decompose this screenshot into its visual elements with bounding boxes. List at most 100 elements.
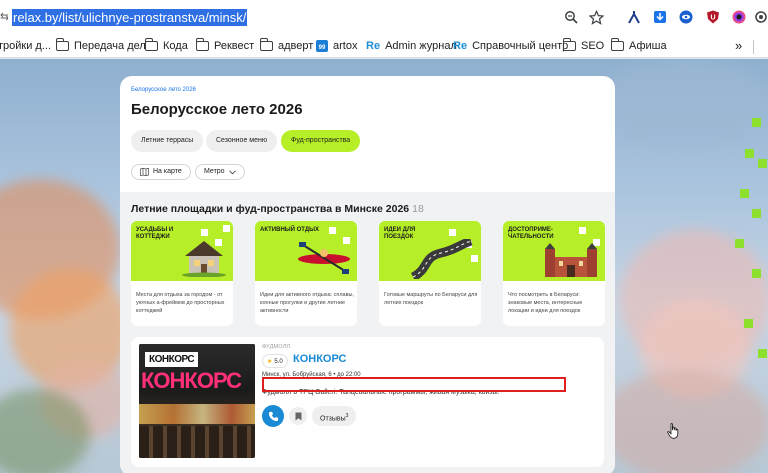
tile-title: Активный отдых: [260, 227, 319, 233]
chevron-down-icon: [228, 169, 236, 174]
pixel-decor: [449, 229, 456, 236]
extension-gear-icon[interactable]: [752, 8, 768, 26]
highlight-box: [262, 377, 566, 392]
breadcrumb[interactable]: Белорусское лето 2026: [131, 87, 196, 93]
chip-seasonal-menu[interactable]: Сезонное меню: [206, 130, 278, 152]
svg-text:U: U: [710, 15, 715, 22]
artox-icon: 99: [316, 40, 328, 52]
bookmark-folder[interactable]: SEO: [562, 37, 605, 55]
bookmark-label: тройки д...: [0, 40, 52, 52]
svg-text:99: 99: [319, 45, 326, 51]
folder-icon: [259, 38, 273, 51]
site-info-icon[interactable]: ⇆: [0, 9, 8, 25]
tile-cottages[interactable]: Усадьбы и коттеджи Места для отдыха за г…: [131, 221, 233, 326]
section-title-text: Летние площадки и фуд-пространства в Мин…: [131, 203, 410, 215]
map-filter-label: На карте: [153, 168, 182, 175]
relax-logo-icon: Re: [453, 40, 468, 52]
color-picker-icon[interactable]: [730, 8, 748, 26]
collection-card: Белорусское лето 2026 Белорусское лето 2…: [120, 76, 615, 473]
page-title: Белорусское лето 2026: [131, 101, 303, 118]
chip-food-spaces[interactable]: Фуд-пространства: [281, 130, 361, 152]
tile-active-rest[interactable]: Активный отдых Идеи для активного отдыха…: [255, 221, 357, 326]
rating-value: 5.0: [274, 359, 283, 365]
relax-logo-icon: Re: [366, 40, 381, 52]
brand-logo: КОНКОРС: [145, 352, 199, 367]
folder-icon: [195, 38, 209, 51]
pixel-decor: [752, 118, 761, 127]
pixel-decor: [329, 227, 336, 234]
more-bookmarks-button[interactable]: »: [735, 37, 742, 55]
bookmark-folder[interactable]: Кода: [144, 37, 188, 55]
bookmark-label: SEO: [581, 40, 605, 52]
tile-trip-ideas[interactable]: Идеи для поездок Готовые маршруты по Бел…: [379, 221, 481, 326]
tile-title: Усадьбы и коттеджи: [136, 227, 174, 240]
bookmark-item[interactable]: тройки д...: [0, 37, 51, 55]
tile-title: Идеи для поездок: [384, 227, 416, 240]
bookmark-folder[interactable]: Реквест: [195, 37, 254, 55]
house-illustration: [182, 241, 226, 277]
bookmark-item[interactable]: Re Admin журнал: [366, 37, 457, 55]
hand-cursor-icon: [667, 423, 679, 439]
star-icon[interactable]: [587, 8, 605, 26]
bookmark-label: Кода: [163, 40, 188, 52]
folder-icon: [144, 38, 158, 51]
bookmark-label: Афиша: [629, 40, 667, 52]
bookmark-folder[interactable]: Передача дел: [55, 37, 146, 55]
pixel-decor: [579, 227, 586, 234]
map-filter-button[interactable]: На карте: [131, 164, 191, 180]
pixel-decor: [744, 319, 753, 328]
neon-sign: КОНКОРС: [141, 368, 242, 393]
section-count: 18: [412, 203, 424, 215]
chip-summer-terraces[interactable]: Летние террасы: [131, 130, 204, 152]
bookmark-label: Справочный центр: [472, 40, 569, 52]
reviews-button[interactable]: Отзывы3: [312, 406, 357, 426]
bookmark-folder[interactable]: адверт: [259, 37, 314, 55]
reviews-label: Отзывы: [320, 415, 346, 423]
bookmark-label: Передача дел: [74, 40, 146, 52]
pixel-decor: [758, 349, 767, 358]
star-icon: ★: [267, 359, 273, 365]
tile-description: Что посмотреть в Беларуси: знаковые мест…: [508, 292, 583, 314]
folder-icon: [610, 38, 624, 51]
zoom-icon[interactable]: [562, 8, 580, 26]
listing-category: ФУДМОЛЛ: [262, 344, 291, 350]
eye-extension-icon[interactable]: [677, 8, 695, 26]
pixel-decor: [745, 149, 754, 158]
bookmark-label: Admin журнал: [385, 40, 457, 52]
call-button[interactable]: [262, 405, 284, 427]
pixel-decor: [223, 225, 230, 232]
pixel-decor: [735, 239, 744, 248]
bookmark-item[interactable]: 99 artox: [316, 37, 357, 55]
tile-description: Места для отдыха за городом - от уютных …: [136, 292, 225, 314]
pixel-decor: [201, 229, 208, 236]
listing-photo[interactable]: КОНКОРС КОНКОРС: [139, 344, 255, 458]
section-title: Летние площадки и фуд-пространства в Мин…: [131, 203, 424, 215]
bookmark-label: адверт: [278, 40, 314, 52]
flower-blur: [600, 369, 768, 473]
pixel-decor: [740, 189, 749, 198]
bookmark-button[interactable]: [289, 407, 307, 425]
bookmark-folder[interactable]: Афиша: [610, 37, 667, 55]
tile-sights[interactable]: Достоприме-чательности Что посмотреть в …: [503, 221, 605, 326]
tile-description: Идеи для активного отдыха: сплавы, конны…: [260, 292, 354, 314]
tile-title: Достоприме-чательности: [508, 227, 554, 240]
rating-badge: ★ 5.0: [262, 354, 288, 368]
extension-fork-icon[interactable]: [625, 8, 643, 26]
listing-card[interactable]: КОНКОРС КОНКОРС ФУДМОЛЛ ★ 5.0 КОНКОРС Мин…: [131, 337, 604, 467]
metro-filter-dropdown[interactable]: Метро: [195, 164, 245, 180]
bookmark-icon: [295, 412, 301, 420]
bookmark-item[interactable]: Re Справочный центр: [453, 37, 568, 55]
pixel-decor: [752, 209, 761, 218]
folder-icon: [562, 38, 576, 51]
ublock-icon[interactable]: U: [704, 8, 722, 26]
sky-blur: [600, 59, 768, 149]
listing-title[interactable]: КОНКОРС: [293, 353, 347, 365]
bookmarks-bar: тройки д... Передача дел Кода Реквест ад…: [0, 34, 768, 58]
address-bar: ⇆ relax.by/list/ulichnye-prostranstva/mi…: [0, 0, 768, 34]
pixel-decor: [758, 159, 767, 168]
tile-description: Готовые маршруты по Беларуси для летних …: [384, 292, 478, 306]
bookmarks-divider: [753, 40, 754, 54]
url-field[interactable]: relax.by/list/ulichnye-prostranstva/mins…: [12, 9, 248, 26]
bookmark-label: artox: [333, 40, 358, 52]
download-icon[interactable]: [651, 8, 669, 26]
